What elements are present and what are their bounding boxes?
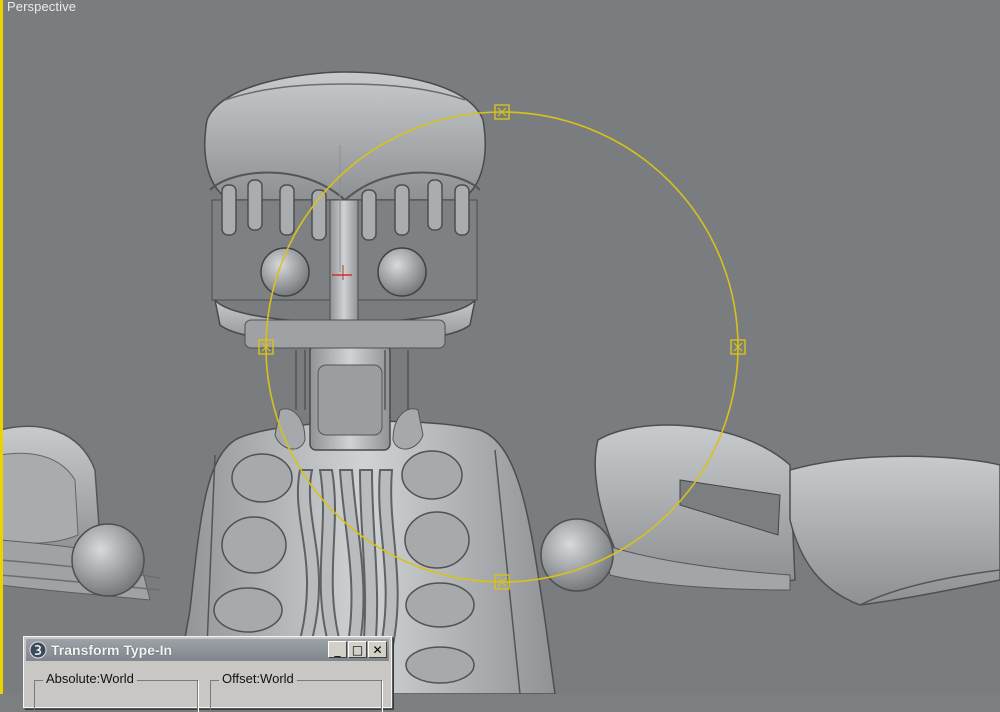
gizmo-handle-bottom-icon[interactable] — [494, 574, 510, 590]
gizmo-handle-right-icon[interactable] — [730, 339, 746, 355]
gizmo-handle-top-icon[interactable] — [494, 104, 510, 120]
offset-world-label: Offset:World — [219, 671, 297, 686]
right-arm — [540, 424, 1000, 606]
3dsmax-logo-icon — [28, 640, 48, 660]
absolute-world-group: Absolute:World — [34, 671, 198, 712]
absolute-world-label: Absolute:World — [43, 671, 137, 686]
minimize-button[interactable]: _ — [328, 641, 347, 658]
perspective-viewport[interactable]: Perspective — [0, 0, 1000, 694]
close-button[interactable]: ✕ — [368, 641, 387, 658]
left-arm — [0, 425, 161, 601]
maximize-button[interactable]: □ — [348, 641, 367, 658]
gizmo-handle-left-icon[interactable] — [258, 339, 274, 355]
active-viewport-border — [0, 0, 3, 694]
transform-type-in-dialog: Transform Type-In _ □ ✕ Absolute:World O… — [23, 636, 392, 712]
viewport-label[interactable]: Perspective — [7, 0, 76, 14]
neck — [274, 344, 424, 451]
dialog-titlebar[interactable]: Transform Type-In _ □ ✕ — [26, 639, 389, 661]
dialog-title: Transform Type-In — [51, 642, 173, 658]
offset-world-group: Offset:World — [210, 671, 382, 712]
